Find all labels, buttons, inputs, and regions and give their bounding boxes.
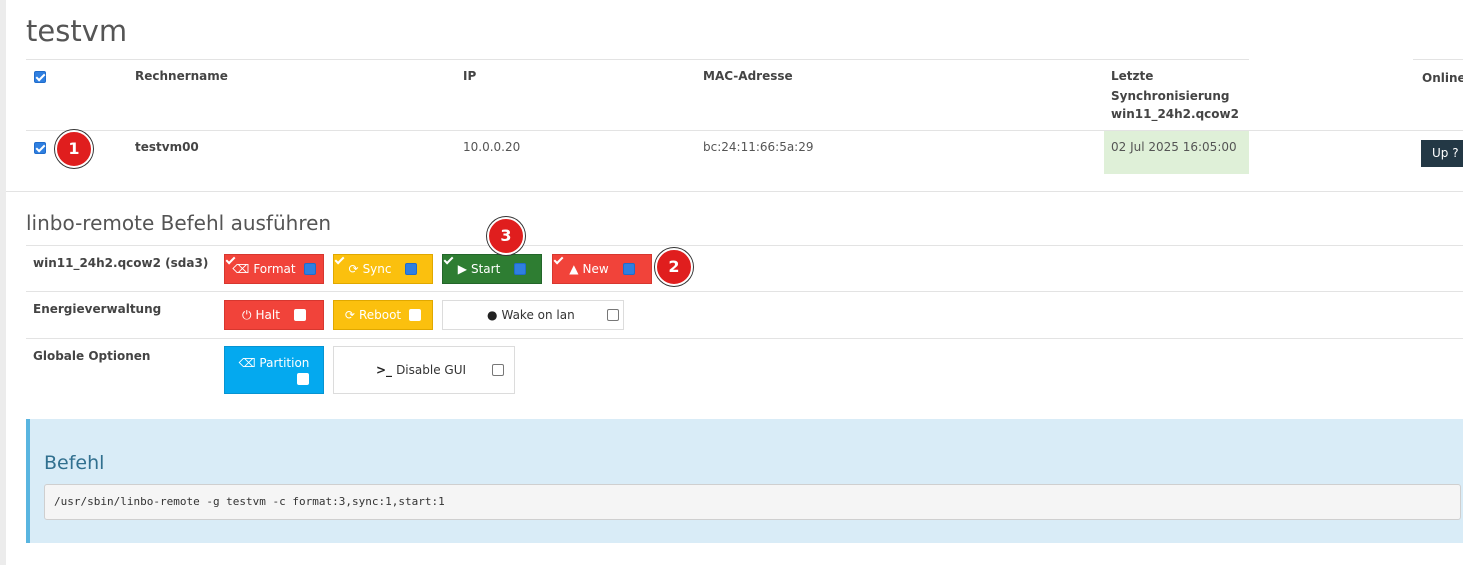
row-checkbox[interactable]: [34, 142, 46, 154]
wake-on-lan-label: Wake on lan: [501, 308, 575, 322]
header-online: Online T: [1422, 71, 1463, 85]
header-hostname[interactable]: Rechnername: [135, 66, 228, 86]
command-row-border-3: [26, 338, 1463, 339]
command-title: Befehl: [44, 452, 105, 474]
cell-last-sync: 02 Jul 2025 16:05:00: [1111, 140, 1237, 154]
command-row-border-2: [26, 291, 1463, 292]
table-top-border-right: [1413, 59, 1463, 60]
start-label: Start: [470, 262, 501, 276]
terminal-icon: >_: [376, 363, 393, 377]
annotation-badge-3: 3: [487, 217, 525, 255]
play-icon: ▶: [457, 262, 467, 276]
command-section-title: linbo-remote Befehl ausführen: [26, 211, 332, 235]
table-top-border: [26, 59, 1249, 60]
select-all-checkbox[interactable]: [34, 71, 46, 83]
reboot-button[interactable]: ⟳ Reboot: [333, 300, 433, 330]
reboot-checkbox[interactable]: [409, 309, 422, 321]
header-ip[interactable]: IP: [463, 66, 476, 86]
refresh-icon: ⟳: [348, 262, 359, 276]
command-row-border-1: [26, 245, 1463, 246]
format-checkbox[interactable]: [303, 263, 316, 275]
new-button[interactable]: ▲ New: [552, 254, 652, 284]
partition-label: Partition: [259, 355, 310, 370]
warning-icon: ▲: [569, 262, 579, 276]
eraser-icon: ⌫: [238, 355, 256, 370]
start-checkbox[interactable]: [514, 263, 527, 275]
command-panel: Befehl /usr/sbin/linbo-remote -g testvm …: [26, 419, 1463, 543]
start-button[interactable]: ▶ Start: [442, 254, 542, 284]
cell-ip: 10.0.0.20: [463, 140, 521, 154]
online-status-button[interactable]: Up ?: [1421, 140, 1463, 167]
annotation-badge-1: 1: [55, 130, 93, 168]
cell-mac: bc:24:11:66:5a:29: [703, 140, 814, 154]
annotation-badge-2: 2: [655, 248, 693, 286]
sync-button[interactable]: ⟳ Sync: [333, 254, 433, 284]
header-mac[interactable]: MAC-Adresse: [703, 66, 793, 86]
cell-hostname: testvm00: [135, 140, 199, 154]
lightbulb-icon: ●: [487, 308, 498, 322]
reboot-label: Reboot: [358, 308, 402, 322]
refresh-icon: ⟳: [344, 308, 355, 322]
disable-gui-button[interactable]: >_ Disable GUI: [333, 346, 515, 394]
disable-gui-checkbox[interactable]: [492, 364, 505, 376]
wake-on-lan-checkbox[interactable]: [606, 309, 619, 321]
header-last-sync-line2: Synchronisierung: [1111, 89, 1230, 103]
partition-button[interactable]: ⌫ Partition: [224, 346, 324, 394]
format-button[interactable]: ⌫ Format: [224, 254, 324, 284]
power-row-label: Energieverwaltung: [33, 302, 162, 316]
halt-checkbox[interactable]: [293, 309, 306, 321]
new-label: New: [582, 262, 609, 276]
partition-label-group: ⌫ Partition: [239, 356, 310, 370]
global-row-label: Globale Optionen: [33, 349, 151, 363]
os-row-label: win11_24h2.qcow2 (sda3): [33, 256, 209, 270]
power-icon: ⏻: [242, 307, 252, 322]
header-last-sync-line1: Letzte: [1111, 69, 1154, 83]
left-sidebar-edge: [0, 0, 6, 565]
page-title: testvm: [26, 14, 128, 48]
sync-checkbox[interactable]: [405, 263, 418, 275]
halt-label: Halt: [255, 308, 280, 322]
partition-checkbox[interactable]: [297, 372, 309, 385]
command-text[interactable]: /usr/sbin/linbo-remote -g testvm -c form…: [44, 484, 1461, 520]
disable-gui-label: Disable GUI: [396, 363, 467, 377]
eraser-icon: ⌫: [232, 262, 250, 276]
halt-button[interactable]: ⏻ Halt: [224, 300, 324, 330]
header-last-sync-line3: win11_24h2.qcow2: [1111, 107, 1239, 121]
sync-label: Sync: [362, 262, 392, 276]
section-divider: [6, 191, 1463, 192]
new-checkbox[interactable]: [622, 263, 635, 275]
wake-on-lan-button[interactable]: ● Wake on lan: [442, 300, 624, 330]
format-label: Format: [253, 262, 296, 276]
